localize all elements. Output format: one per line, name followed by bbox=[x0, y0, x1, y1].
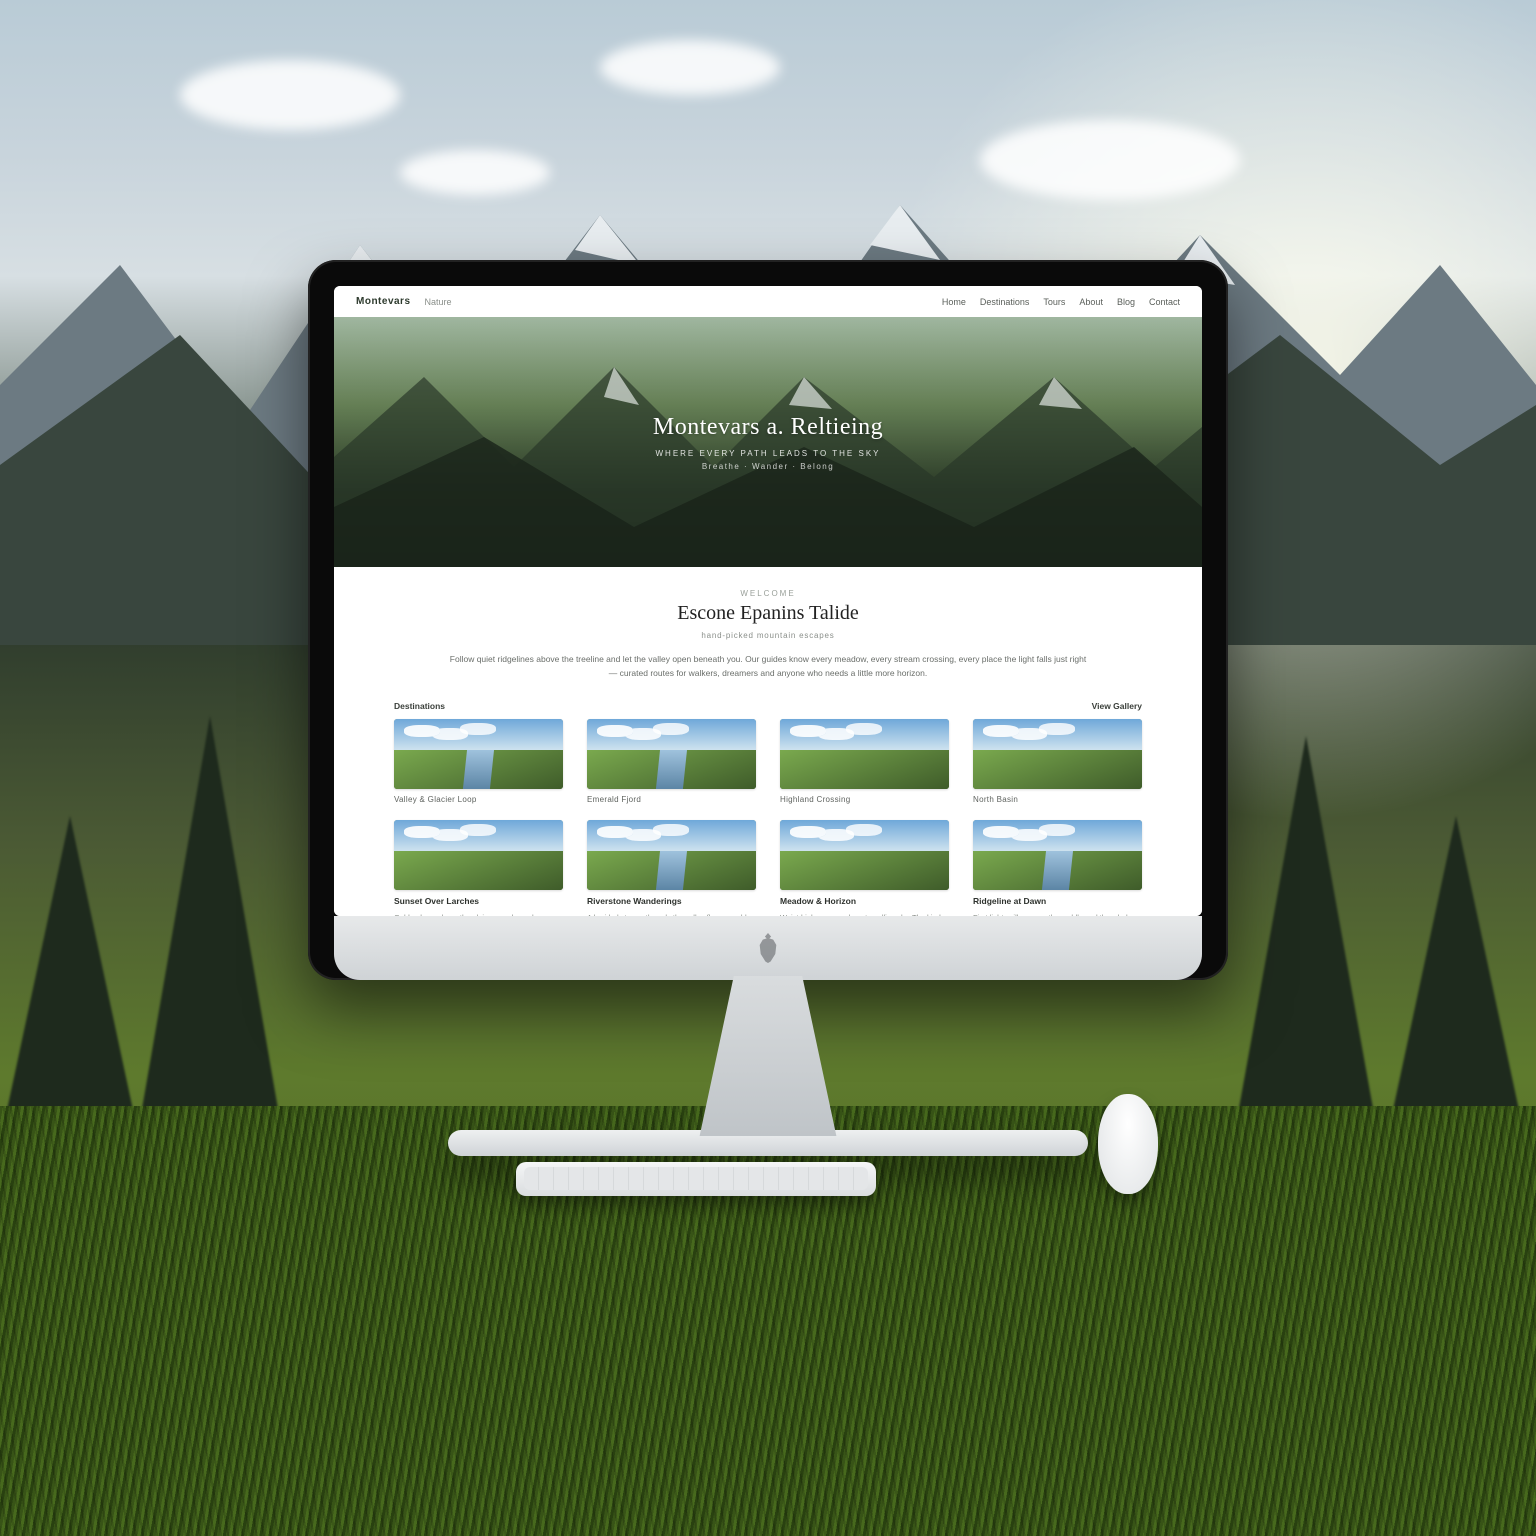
gallery-card[interactable]: Meadow & Horizon Waist-high grass under … bbox=[780, 820, 949, 916]
gallery-card[interactable]: Riverstone Wanderings A braided stream t… bbox=[587, 820, 756, 916]
monitor-stand bbox=[673, 976, 863, 1136]
thumbnail bbox=[780, 719, 949, 789]
thumbnail-caption: Valley & Glacier Loop bbox=[394, 795, 563, 804]
gallery-card[interactable]: North Basin bbox=[973, 719, 1142, 804]
gallery-card[interactable]: Highland Crossing bbox=[780, 719, 949, 804]
keyboard bbox=[516, 1162, 876, 1196]
nav-link[interactable]: Tours bbox=[1043, 297, 1065, 307]
gallery-card[interactable]: Ridgeline at Dawn First light spills acr… bbox=[973, 820, 1142, 916]
thumbnail bbox=[587, 719, 756, 789]
hero: Montevars a. Reltieing Where every path … bbox=[334, 317, 1202, 567]
thumbnail bbox=[587, 820, 756, 890]
apple-logo-icon bbox=[755, 933, 781, 963]
section-labels: Destinations View Gallery bbox=[334, 691, 1202, 715]
thumbnail bbox=[394, 820, 563, 890]
thumbnail bbox=[394, 719, 563, 789]
hero-mountains bbox=[334, 317, 1202, 567]
label-left: Destinations bbox=[394, 701, 445, 711]
intro-eyebrow: Welcome bbox=[394, 589, 1142, 598]
thumbnail-caption: Emerald Fjord bbox=[587, 795, 756, 804]
gallery-card[interactable]: Emerald Fjord bbox=[587, 719, 756, 804]
hero-title: Montevars a. Reltieing bbox=[653, 414, 883, 441]
card-desc: First light spills across the saddle and… bbox=[973, 912, 1142, 916]
card-title: Ridgeline at Dawn bbox=[973, 896, 1142, 906]
site-header: Montevars Nature Home Destinations Tours… bbox=[334, 286, 1202, 317]
card-desc: Golden hour above the alpine meadow, whe… bbox=[394, 912, 563, 916]
nav-link[interactable]: Contact bbox=[1149, 297, 1180, 307]
monitor-chin bbox=[334, 916, 1202, 980]
cloud bbox=[600, 40, 780, 95]
card-desc: A braided stream threads the valley floo… bbox=[587, 912, 756, 916]
brand-tagline: Nature bbox=[425, 297, 452, 307]
nav-link[interactable]: Blog bbox=[1117, 297, 1135, 307]
outdoor-scene: Montevars Nature Home Destinations Tours… bbox=[0, 0, 1536, 1536]
nav-link[interactable]: Destinations bbox=[980, 297, 1030, 307]
imac: Montevars Nature Home Destinations Tours… bbox=[308, 260, 1228, 1156]
hero-subtitle: Where every path leads to the sky bbox=[655, 449, 880, 458]
card-desc: Waist-high grass under a travelling sky.… bbox=[780, 912, 949, 916]
mouse bbox=[1098, 1094, 1158, 1194]
thumbnail-caption: Highland Crossing bbox=[780, 795, 949, 804]
intro-body: Follow quiet ridgelines above the treeli… bbox=[448, 652, 1088, 681]
nav-link[interactable]: Home bbox=[942, 297, 966, 307]
label-right[interactable]: View Gallery bbox=[1092, 701, 1142, 711]
intro-heading: Escone Epanins Talide bbox=[394, 602, 1142, 625]
card-title: Riverstone Wanderings bbox=[587, 896, 756, 906]
gallery-card[interactable]: Sunset Over Larches Golden hour above th… bbox=[394, 820, 563, 916]
gallery-grid: Valley & Glacier Loop Emerald Fjord High… bbox=[334, 715, 1202, 916]
brand[interactable]: Montevars Nature bbox=[356, 296, 452, 307]
gallery-card[interactable]: Valley & Glacier Loop bbox=[394, 719, 563, 804]
card-title: Meadow & Horizon bbox=[780, 896, 949, 906]
primary-nav: Home Destinations Tours About Blog Conta… bbox=[942, 297, 1180, 307]
intro-section: Welcome Escone Epanins Talide hand-picke… bbox=[334, 567, 1202, 691]
brand-logo: Montevars bbox=[356, 296, 411, 307]
thumbnail bbox=[780, 820, 949, 890]
monitor-screen: Montevars Nature Home Destinations Tours… bbox=[334, 286, 1202, 916]
card-title: Sunset Over Larches bbox=[394, 896, 563, 906]
website: Montevars Nature Home Destinations Tours… bbox=[334, 286, 1202, 916]
nav-link[interactable]: About bbox=[1079, 297, 1103, 307]
monitor-bezel: Montevars Nature Home Destinations Tours… bbox=[308, 260, 1228, 980]
thumbnail-caption: North Basin bbox=[973, 795, 1142, 804]
intro-mini: hand-picked mountain escapes bbox=[394, 631, 1142, 640]
thumbnail bbox=[973, 820, 1142, 890]
thumbnail bbox=[973, 719, 1142, 789]
hero-line2: Breathe · Wander · Belong bbox=[702, 462, 834, 471]
cloud bbox=[180, 60, 400, 130]
